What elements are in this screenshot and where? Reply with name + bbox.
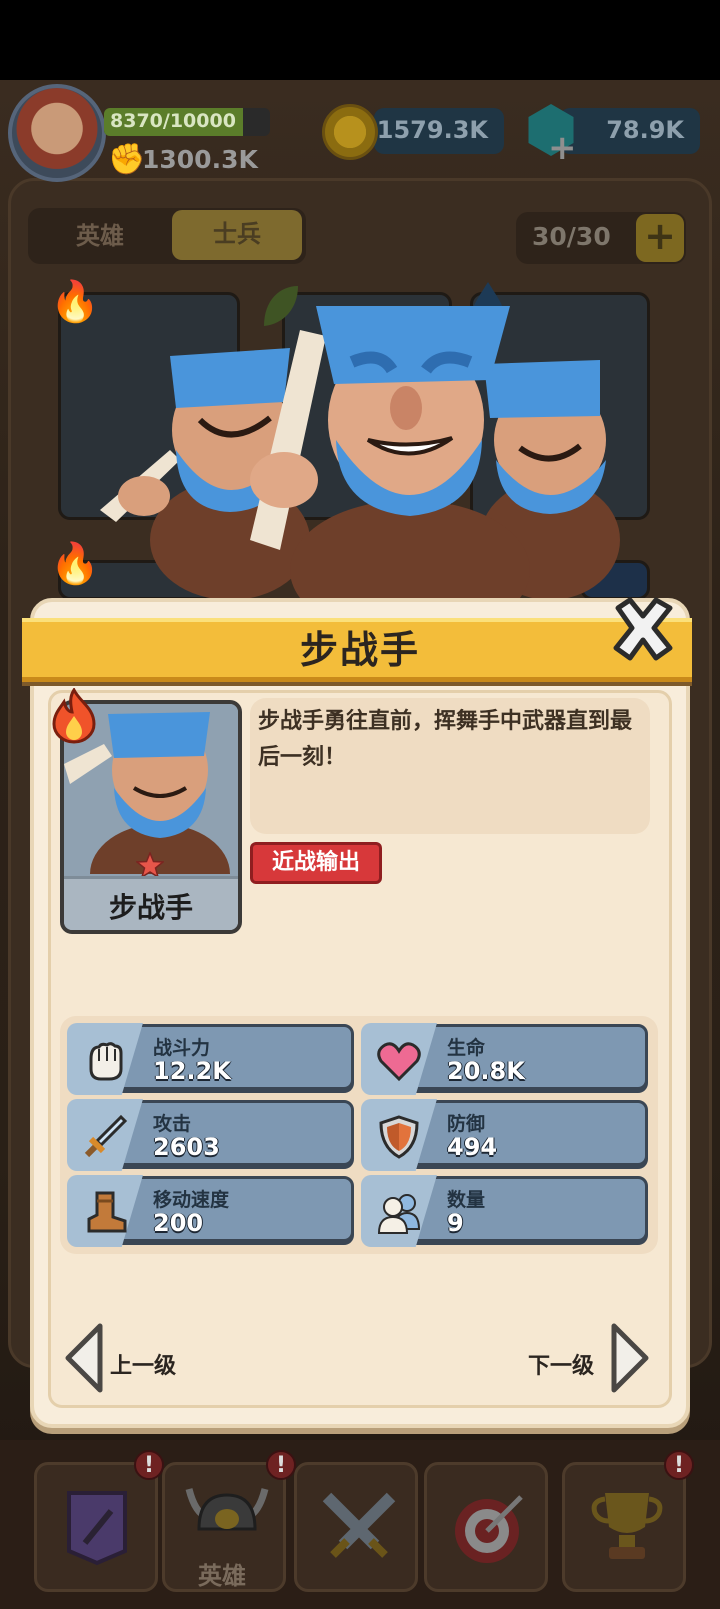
- star-icon: [136, 852, 164, 878]
- notification-badge: !: [664, 1450, 694, 1480]
- coin-value: 1579.3K: [376, 116, 488, 144]
- next-level-arrow-icon[interactable]: [608, 1322, 652, 1394]
- viking-helmet-icon: [185, 1488, 269, 1531]
- stat-label: 攻击: [153, 1113, 192, 1135]
- target-icon: [455, 1495, 523, 1563]
- sword-icon: [84, 1114, 128, 1158]
- tab-heroes[interactable]: 英雄: [36, 214, 164, 258]
- coin-counter[interactable]: 1579.3K: [374, 108, 504, 154]
- unit-name: 步战手: [108, 891, 193, 924]
- people-icon: [377, 1194, 421, 1234]
- next-level-label[interactable]: 下一级: [528, 1348, 594, 1380]
- power-value: 1300.3K: [142, 145, 258, 174]
- fist-icon: ✊: [108, 142, 146, 177]
- notification-badge: !: [266, 1450, 296, 1480]
- stat-value: 20.8K: [447, 1057, 525, 1085]
- close-icon[interactable]: [608, 594, 678, 664]
- stat-label: 生命: [447, 1037, 486, 1059]
- gem-value: 78.9K: [606, 116, 684, 144]
- stat-label: 移动速度: [153, 1189, 230, 1211]
- stat-label: 数量: [447, 1189, 486, 1211]
- unit-description: 步战手勇往直前，挥舞手中武器直到最后一刻！: [258, 709, 633, 770]
- stat-value: 494: [447, 1133, 498, 1161]
- fire-icon: [52, 688, 96, 744]
- stat-speed: 移动速度 200: [67, 1175, 354, 1247]
- stat-health: 生命 20.8K: [361, 1023, 648, 1095]
- xp-bar: 8370/10000: [104, 108, 270, 136]
- shield-icon: [379, 1115, 419, 1159]
- stat-attack: 攻击 2603: [67, 1099, 354, 1171]
- crossed-swords-icon: [322, 1492, 396, 1558]
- nav-challenge-button[interactable]: [424, 1462, 548, 1592]
- stat-quantity: 数量 9: [361, 1175, 648, 1247]
- stat-value: 12.2K: [153, 1057, 231, 1085]
- nav-ranking-button[interactable]: [562, 1462, 686, 1592]
- stat-value: 2603: [153, 1133, 220, 1161]
- tab-soldiers[interactable]: 士兵: [172, 210, 302, 260]
- stat-power: 战斗力 12.2K: [67, 1023, 354, 1095]
- player-avatar[interactable]: [8, 84, 106, 182]
- capacity-text: 30/30: [532, 222, 611, 251]
- trophy-icon: [591, 1493, 663, 1559]
- stat-value: 9: [447, 1209, 464, 1237]
- boot-icon: [87, 1191, 127, 1233]
- stat-defense: 防御 494: [361, 1099, 648, 1171]
- stat-value: 200: [153, 1209, 204, 1237]
- coin-icon: [322, 104, 378, 160]
- status-bar: [0, 0, 720, 80]
- nav-hero-label: 英雄: [198, 1562, 246, 1590]
- nav-battle-button[interactable]: [294, 1462, 418, 1592]
- previous-level-arrow-icon[interactable]: [62, 1322, 106, 1394]
- previous-level-label[interactable]: 上一级: [110, 1348, 176, 1380]
- stat-label: 战斗力: [153, 1037, 211, 1059]
- stat-label: 防御: [447, 1113, 486, 1135]
- gem-counter[interactable]: 78.9K: [560, 108, 700, 154]
- xp-text: 8370/10000: [110, 110, 236, 132]
- plus-icon[interactable]: +: [548, 128, 577, 168]
- add-capacity-button[interactable]: +: [636, 214, 684, 262]
- nav-equipment-button[interactable]: [34, 1462, 158, 1592]
- heart-icon: [377, 1042, 421, 1082]
- soldier-group-art: [100, 306, 620, 600]
- role-tag[interactable]: 近战输出: [250, 842, 382, 884]
- fist-icon: [89, 1042, 123, 1081]
- banner-icon: [67, 1491, 127, 1566]
- notification-badge: !: [134, 1450, 164, 1480]
